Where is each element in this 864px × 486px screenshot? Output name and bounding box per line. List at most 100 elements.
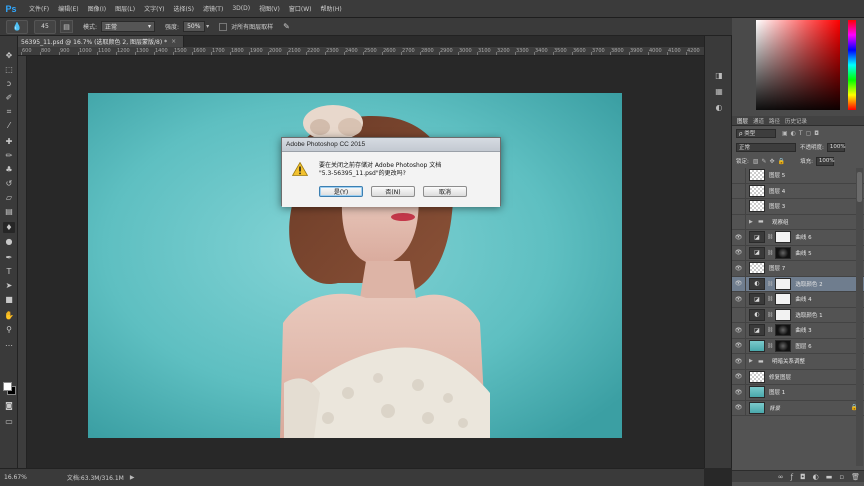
menu-select[interactable]: 选择(S) <box>173 4 194 13</box>
healing-tool-icon[interactable]: ✚ <box>3 136 15 147</box>
tab-paths[interactable]: 路径 <box>769 117 780 125</box>
layer-mask-thumbnail[interactable] <box>775 308 792 321</box>
layer-thumbnail[interactable] <box>749 401 765 414</box>
mode-select[interactable]: 正常 ▾ <box>101 21 156 32</box>
eyedropper-tool-icon[interactable]: ⁄ <box>3 120 15 131</box>
layer-row[interactable]: 👁 ◪ ⛓ 曲线 4 <box>732 291 864 308</box>
document-tab[interactable]: 56395_11.psd @ 16.7% (选取颜色 2, 图层蒙版/8) * … <box>18 36 184 47</box>
mask-link-icon[interactable]: ⛓ <box>767 281 773 287</box>
layer-row[interactable]: 图层 5 <box>732 167 864 184</box>
layer-thumbnail[interactable] <box>749 262 765 275</box>
cancel-button[interactable]: 取消 <box>423 186 467 197</box>
menu-help[interactable]: 帮助(H) <box>321 4 342 13</box>
layer-row[interactable]: 图层 3 <box>732 198 864 215</box>
zoom-level[interactable]: 16.67% <box>4 474 27 481</box>
layer-row[interactable]: 👁 ⛓ 图层 6 <box>732 338 864 354</box>
layer-mask-thumbnail[interactable] <box>775 339 792 352</box>
tab-channels[interactable]: 通道 <box>753 117 764 125</box>
adjustments-panel-icon[interactable]: ◐ <box>712 102 726 114</box>
visibility-eye-icon[interactable]: 👁 <box>732 245 746 261</box>
visibility-eye-icon[interactable]: 👁 <box>732 353 746 369</box>
layer-row[interactable]: 👁 ◪ ⛓ 曲线 3 <box>732 322 864 339</box>
mask-link-icon[interactable]: ⛓ <box>767 312 773 318</box>
menu-view[interactable]: 视图(V) <box>259 4 280 13</box>
layer-thumbnail[interactable] <box>749 386 765 399</box>
mask-link-icon[interactable]: ⛓ <box>767 296 773 302</box>
brush-tool-icon[interactable]: ✏ <box>3 150 15 161</box>
properties-panel-icon[interactable]: ▦ <box>712 86 726 98</box>
visibility-eye-icon[interactable] <box>732 214 746 230</box>
layer-row[interactable]: 图层 4 <box>732 183 864 199</box>
layer-mask-thumbnail[interactable] <box>775 277 792 290</box>
layer-mask-thumbnail[interactable] <box>775 231 792 244</box>
menu-3d[interactable]: 3D(D) <box>232 5 250 12</box>
yes-button[interactable]: 是(Y) <box>319 186 363 197</box>
visibility-eye-icon[interactable]: 👁 <box>732 338 746 354</box>
layer-thumbnail[interactable] <box>749 200 765 213</box>
type-tool-icon[interactable]: T <box>3 266 15 277</box>
strength-input[interactable]: 50% <box>183 21 206 32</box>
visibility-eye-icon[interactable]: 👁 <box>732 400 746 416</box>
close-icon[interactable]: × <box>171 38 176 45</box>
path-select-tool-icon[interactable]: ➤ <box>3 280 15 291</box>
layer-row[interactable]: 👁 图层 1 <box>732 384 864 401</box>
layer-row[interactable]: 👁 ◪ ⛓ 曲线 6 <box>732 229 864 246</box>
screen-mode-icon[interactable]: ▭ <box>3 416 15 427</box>
sample-all-layers-checkbox[interactable] <box>219 22 228 31</box>
pressure-icon[interactable]: ✎ <box>283 22 290 31</box>
status-menu-arrow-icon[interactable]: ▶ <box>130 474 135 481</box>
new-group-icon[interactable]: ▬ <box>826 473 833 481</box>
brush-size-picker[interactable]: 45 <box>34 19 56 34</box>
menu-type[interactable]: 文字(Y) <box>144 4 164 13</box>
layer-thumbnail[interactable]: ◪ <box>749 246 765 259</box>
horizontal-ruler[interactable]: 600 800 900 1000 1100 1200 1300 1400 1500 1600 170… <box>18 47 704 56</box>
clone-stamp-tool-icon[interactable]: ♣ <box>3 164 15 175</box>
hand-tool-icon[interactable]: ✋ <box>3 310 15 321</box>
layer-thumbnail[interactable]: ◪ <box>749 231 765 244</box>
layer-row[interactable]: 👁 图层 7 <box>732 260 864 277</box>
layers-scroll-thumb[interactable] <box>857 172 862 202</box>
layer-filter-select[interactable]: ρ 类型 <box>736 128 776 138</box>
visibility-eye-icon[interactable] <box>732 198 746 214</box>
quick-select-tool-icon[interactable]: ✐ <box>3 92 15 103</box>
visibility-eye-icon[interactable]: 👁 <box>732 229 746 245</box>
mask-link-icon[interactable]: ⛓ <box>767 234 773 240</box>
mask-link-icon[interactable]: ⛓ <box>767 343 773 349</box>
visibility-eye-icon[interactable]: 👁 <box>732 291 746 307</box>
layer-row[interactable]: 👁 ▶ ▬ 明暗关系调整 <box>732 353 864 370</box>
layer-mask-thumbnail[interactable] <box>775 246 792 259</box>
adjustment-layer-icon[interactable]: ◐ <box>813 473 819 481</box>
eraser-tool-icon[interactable]: ▱ <box>3 192 15 203</box>
menu-filter[interactable]: 滤镜(T) <box>203 4 223 13</box>
layer-thumbnail[interactable]: ◐ <box>749 277 765 290</box>
shape-tool-icon[interactable]: ■ <box>3 294 15 305</box>
lock-icons[interactable]: ▧✎✥🔒 <box>753 158 788 165</box>
new-layer-icon[interactable]: ▫ <box>839 473 844 481</box>
layer-thumbnail[interactable] <box>749 184 765 197</box>
layer-mask-thumbnail[interactable] <box>775 324 792 337</box>
marquee-tool-icon[interactable]: ⬚ <box>3 64 15 75</box>
history-panel-icon[interactable]: ◨ <box>712 70 726 82</box>
layer-thumbnail[interactable] <box>749 169 765 182</box>
menu-window[interactable]: 窗口(W) <box>289 4 312 13</box>
visibility-eye-icon[interactable] <box>732 167 746 183</box>
lasso-tool-icon[interactable]: ↄ <box>3 78 15 89</box>
tool-preset-picker[interactable]: 💧 <box>6 19 28 34</box>
brush-panel-toggle[interactable]: ▤ <box>60 20 73 33</box>
visibility-eye-icon[interactable]: 👁 <box>732 322 746 338</box>
group-expand-arrow-icon[interactable]: ▶ <box>749 219 755 225</box>
tab-history[interactable]: 历史记录 <box>785 117 807 125</box>
filter-type-icons[interactable]: ▣◐T▢◘ <box>782 130 822 137</box>
tab-layers[interactable]: 图层 <box>737 117 748 125</box>
strength-slider-caret[interactable]: ▾ <box>206 23 209 30</box>
layer-thumbnail[interactable]: ◪ <box>749 293 765 306</box>
layer-row[interactable]: 👁 背景 🔒 <box>732 400 864 416</box>
delete-layer-icon[interactable]: 🗑 <box>851 473 860 481</box>
layer-thumbnail[interactable]: ◪ <box>749 324 765 337</box>
menu-edit[interactable]: 编辑(E) <box>58 4 78 13</box>
layer-row[interactable]: 👁 修复图层 <box>732 369 864 385</box>
opacity-input[interactable]: 100% <box>826 142 846 152</box>
menu-layer[interactable]: 图层(L) <box>115 4 135 13</box>
crop-tool-icon[interactable]: ⌗ <box>3 106 15 117</box>
visibility-eye-icon[interactable] <box>732 183 746 199</box>
